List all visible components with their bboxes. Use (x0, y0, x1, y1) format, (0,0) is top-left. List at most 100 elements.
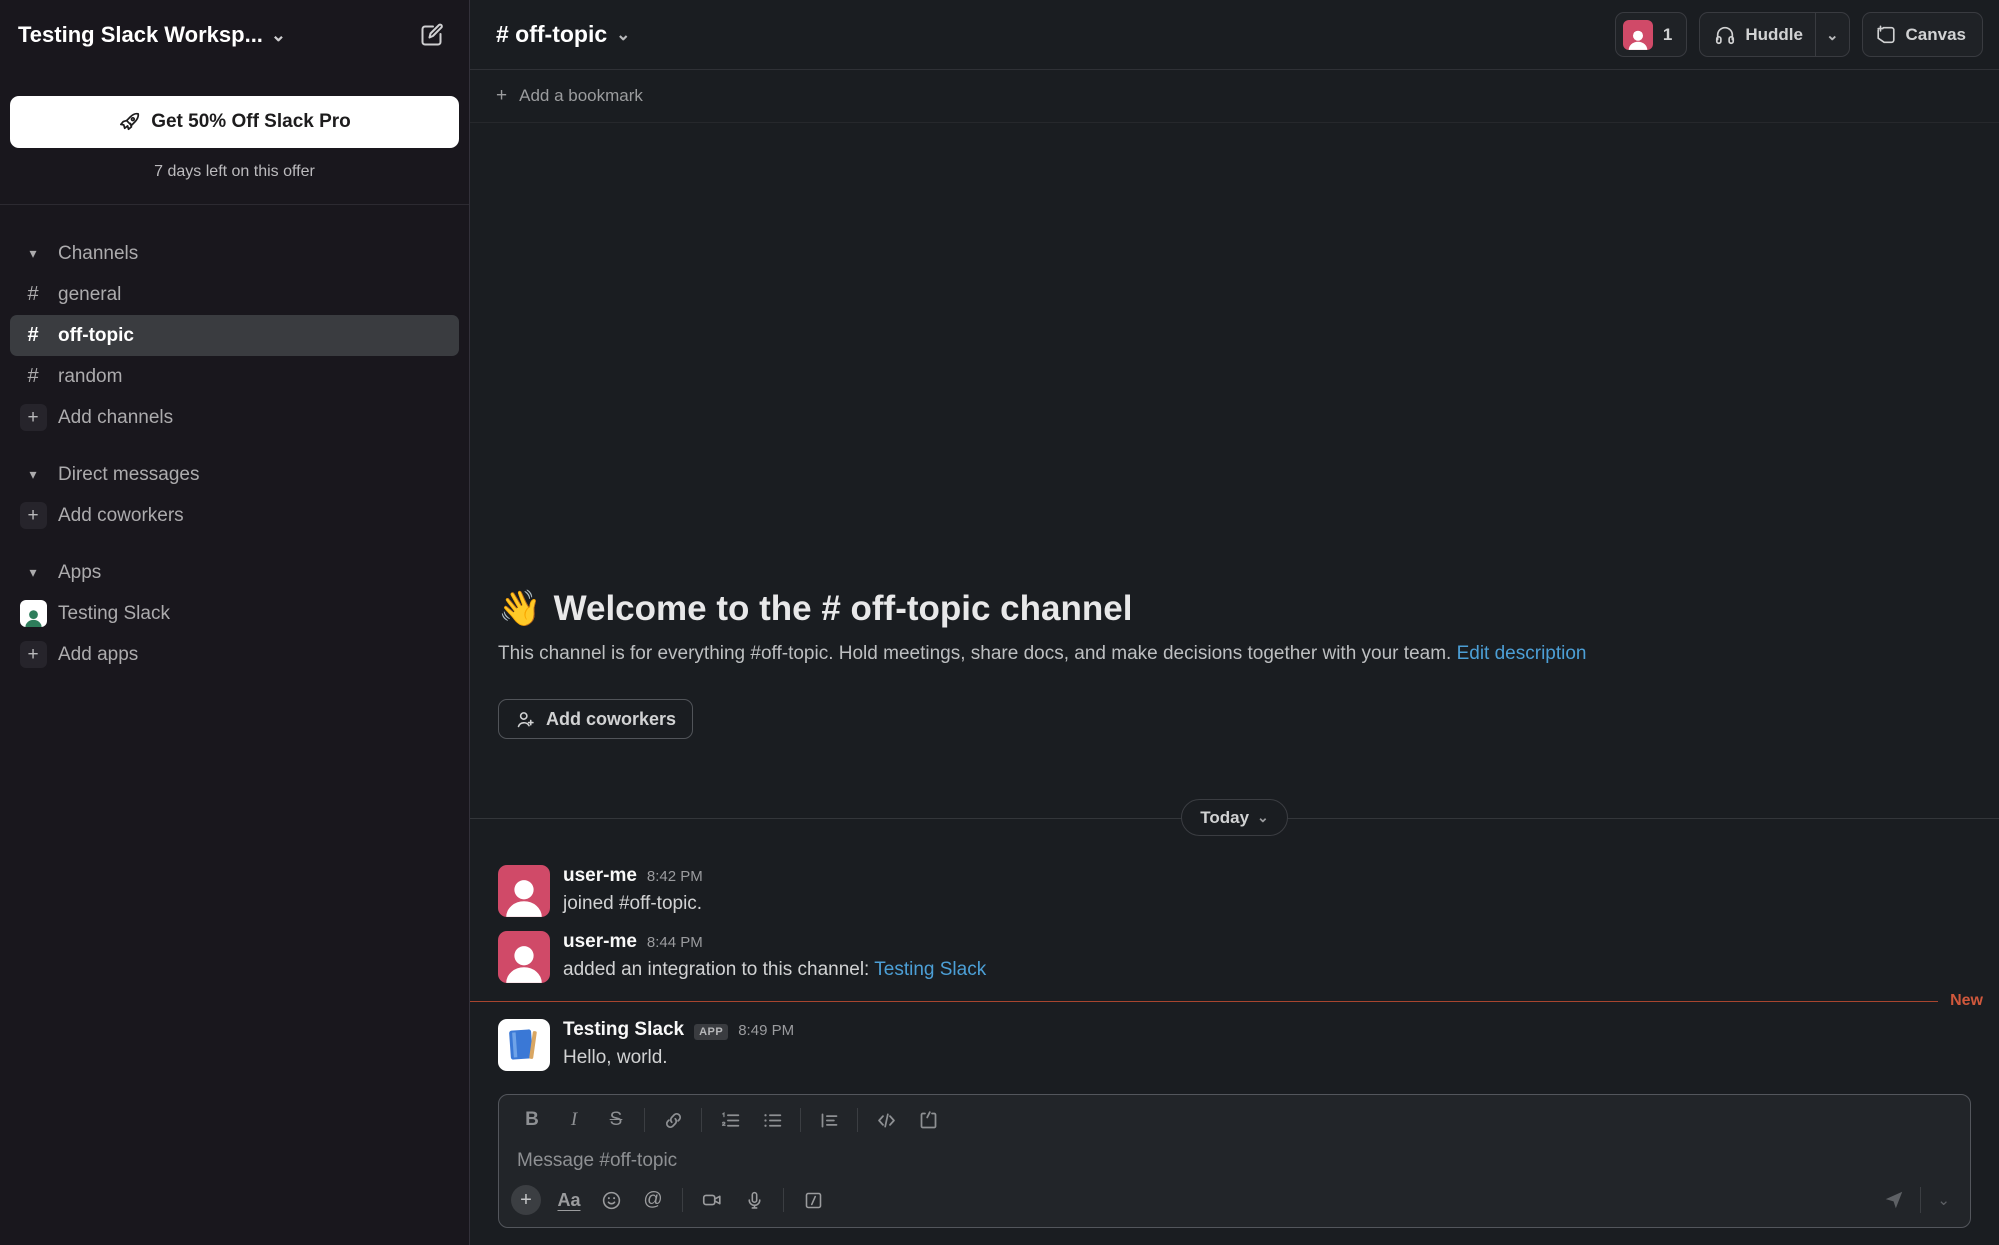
message-text-part: added an integration to this channel: (563, 959, 874, 980)
workspace-name[interactable]: Testing Slack Worksp... (18, 22, 263, 48)
text-format-toggle[interactable]: Aa (551, 1184, 587, 1216)
message-timestamp[interactable]: 8:44 PM (647, 934, 703, 951)
channels-section-header[interactable]: ▾ Channels (10, 233, 459, 274)
blockquote-button[interactable] (810, 1104, 848, 1136)
hash-icon: # (18, 365, 48, 388)
message-input[interactable] (499, 1138, 1970, 1178)
channel-title[interactable]: # off-topic (496, 21, 607, 48)
huddle-options-button[interactable]: ⌄ (1816, 13, 1849, 56)
emoji-button[interactable] (593, 1184, 629, 1216)
slack-app: Testing Slack Worksp... ⌄ (0, 0, 1999, 1245)
add-apps-label: Add apps (58, 644, 138, 666)
add-bookmark-button[interactable]: + Add a bookmark (470, 70, 1999, 123)
new-label: New (1950, 992, 1983, 1010)
slash-commands-button[interactable] (795, 1184, 831, 1216)
send-button-group: ⌄ (1876, 1184, 1958, 1216)
pro-offer-note: 7 days left on this offer (0, 163, 469, 181)
code-button[interactable] (867, 1104, 905, 1136)
date-divider-button[interactable]: Today ⌄ (1181, 799, 1288, 836)
compose-button[interactable] (409, 12, 455, 58)
sidebar: Testing Slack Worksp... ⌄ (0, 0, 470, 1245)
avatar[interactable] (498, 865, 550, 917)
divider (1920, 1187, 1921, 1213)
message-author[interactable]: Testing Slack (563, 1019, 684, 1041)
chevron-down-icon[interactable]: ▾ (18, 466, 48, 483)
chevron-down-icon: ⌄ (1826, 26, 1839, 44)
welcome-description: This channel is for everything #off-topi… (498, 641, 1971, 667)
plus-icon: + (20, 502, 47, 529)
person-plus-icon (515, 709, 536, 730)
welcome-title-text: Welcome to the # off-topic channel (554, 589, 1133, 629)
chevron-down-icon: ⌄ (616, 25, 630, 45)
schedule-send-button[interactable]: ⌄ (1929, 1191, 1958, 1209)
italic-button[interactable]: I (555, 1104, 593, 1136)
app-avatar (20, 600, 47, 627)
member-count: 1 (1663, 25, 1672, 45)
channel-label: off-topic (58, 325, 134, 347)
message-author[interactable]: user-me (563, 931, 637, 953)
strikethrough-button[interactable]: S (597, 1104, 635, 1136)
dms-section-label: Direct messages (58, 464, 200, 486)
link-button[interactable] (654, 1104, 692, 1136)
channel-label: general (58, 284, 121, 306)
message-row[interactable]: user-me 8:42 PM joined #off-topic. (498, 858, 1971, 924)
date-label: Today (1200, 808, 1249, 828)
message-text: joined #off-topic. (563, 893, 703, 915)
apps-section-header[interactable]: ▾ Apps (10, 552, 459, 593)
dms-section-header[interactable]: ▾ Direct messages (10, 454, 459, 495)
channels-section-label: Channels (58, 243, 138, 265)
composer-action-bar: + Aa @ (499, 1178, 1970, 1227)
add-channels-button[interactable]: + Add channels (10, 397, 459, 438)
new-messages-divider: New (470, 992, 1999, 1010)
plus-icon: + (20, 641, 47, 668)
bold-button[interactable]: B (513, 1104, 551, 1136)
send-button[interactable] (1876, 1184, 1912, 1216)
sidebar-item-testing-slack-app[interactable]: Testing Slack (10, 593, 459, 634)
app-label: Testing Slack (58, 603, 170, 625)
hash-icon: # (18, 324, 48, 347)
message-timestamp[interactable]: 8:42 PM (647, 868, 703, 885)
message-history: 👋 Welcome to the # off-topic channel Thi… (470, 123, 1999, 1245)
channel-label: random (58, 366, 122, 388)
members-button[interactable]: 1 (1615, 12, 1687, 57)
integration-link[interactable]: Testing Slack (874, 959, 986, 980)
message-author[interactable]: user-me (563, 865, 637, 887)
sidebar-item-random[interactable]: # random (10, 356, 459, 397)
sidebar-item-general[interactable]: # general (10, 274, 459, 315)
ordered-list-button[interactable] (711, 1104, 749, 1136)
divider (783, 1188, 784, 1212)
person-icon (501, 875, 547, 917)
huddle-label: Huddle (1745, 25, 1803, 45)
hash-icon: # (18, 283, 48, 306)
add-coworkers-sidebar-button[interactable]: + Add coworkers (10, 495, 459, 536)
message-timestamp[interactable]: 8:49 PM (738, 1022, 794, 1039)
chevron-down-icon[interactable]: ▾ (18, 245, 48, 262)
get-slack-pro-button[interactable]: Get 50% Off Slack Pro (10, 96, 459, 148)
divider (701, 1108, 702, 1132)
canvas-button[interactable]: Canvas (1862, 12, 1983, 57)
edit-description-link[interactable]: Edit description (1457, 643, 1587, 664)
channel-header: # off-topic ⌄ 1 (470, 0, 1999, 70)
audio-clip-button[interactable] (736, 1184, 772, 1216)
video-clip-button[interactable] (694, 1184, 730, 1216)
app-avatar[interactable] (498, 1019, 550, 1071)
main-pane: # off-topic ⌄ 1 (470, 0, 1999, 1245)
code-block-button[interactable] (909, 1104, 947, 1136)
attach-button[interactable]: + (511, 1185, 541, 1215)
app-badge: APP (694, 1024, 728, 1040)
huddle-button[interactable]: Huddle (1700, 13, 1815, 56)
chevron-down-icon: ⌄ (1257, 809, 1269, 826)
chevron-down-icon[interactable]: ▾ (18, 564, 48, 581)
rocket-icon (118, 111, 141, 134)
add-coworkers-button-label: Add coworkers (546, 709, 676, 730)
formatting-toolbar: B I S (499, 1095, 1970, 1138)
member-avatar (1623, 20, 1653, 50)
avatar[interactable] (498, 931, 550, 983)
sidebar-item-off-topic[interactable]: # off-topic (10, 315, 459, 356)
mention-button[interactable]: @ (635, 1184, 671, 1216)
bulleted-list-button[interactable] (753, 1104, 791, 1136)
add-apps-button[interactable]: + Add apps (10, 634, 459, 675)
message-row[interactable]: Testing Slack APP 8:49 PM Hello, world. (498, 1012, 1971, 1078)
message-row[interactable]: user-me 8:44 PM added an integration to … (498, 924, 1971, 990)
add-coworkers-button[interactable]: Add coworkers (498, 699, 693, 739)
